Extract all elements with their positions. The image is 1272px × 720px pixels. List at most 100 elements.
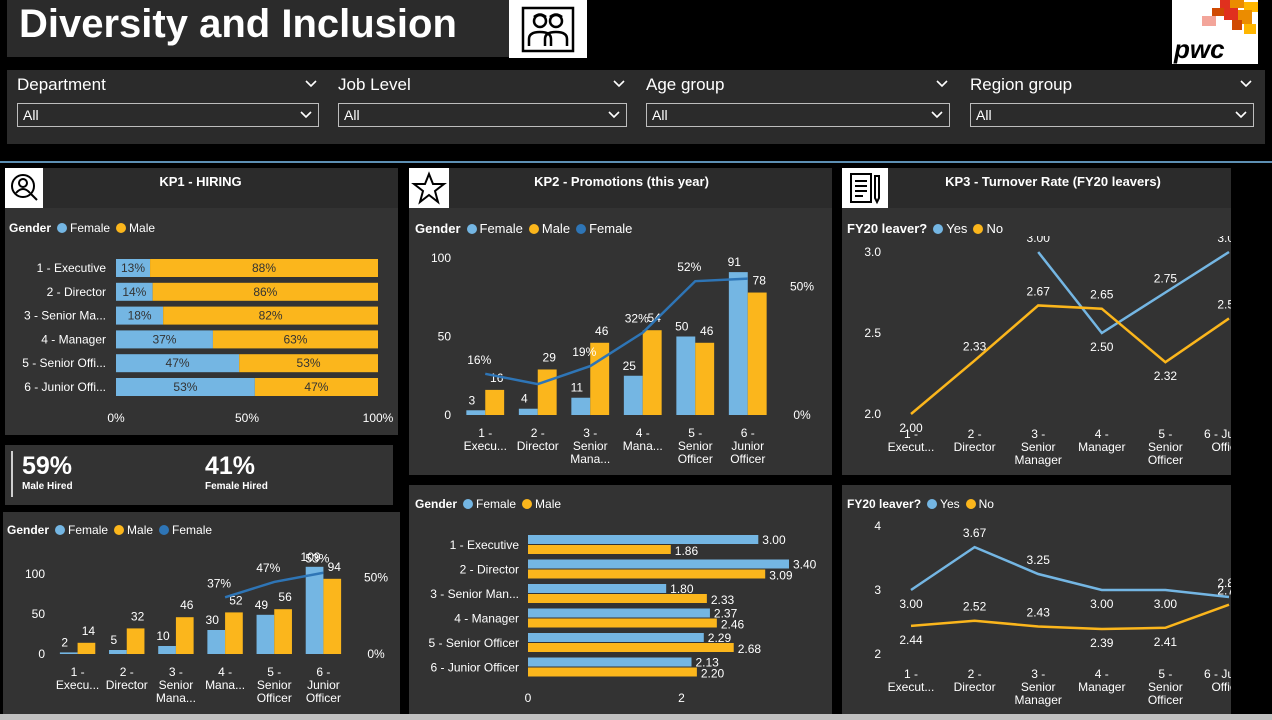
category-label: 3 -Senior Mana... (570, 426, 610, 466)
data-label: 2.50 (1090, 340, 1114, 354)
data-label: 13% (121, 261, 145, 275)
category-label: 5 -Senior Officer (257, 665, 292, 705)
category-label: 5 -Senior Officer (1148, 667, 1183, 707)
data-label: 2.68 (738, 642, 762, 656)
promotions-counts-chart: 10050050%0%3161 -Execu...4292 -Director1… (431, 251, 814, 466)
chevron-down-icon[interactable] (612, 77, 626, 91)
filter-title-region-group[interactable]: Region group (970, 75, 1253, 95)
data-label: 47% (304, 380, 328, 394)
filter-title-job-level[interactable]: Job Level (338, 75, 626, 95)
hiring-counts-chart: 100 50 0 50% 0% 2 14 1 -Execu... 5 32 2 -Director 1… (25, 550, 388, 705)
filter-title-department[interactable]: Department (17, 75, 318, 95)
category-label: 1 - Executive (450, 538, 520, 552)
kp1-legend[interactable]: Gender Female Male (9, 221, 155, 235)
legend-item: Male (535, 497, 562, 511)
filter-dropdown[interactable]: All (646, 103, 950, 127)
legend-item: No (986, 221, 1004, 236)
data-label: 2.77 (1217, 584, 1231, 598)
data-label: 2.65 (1090, 288, 1114, 302)
data-label: 2.33 (711, 593, 735, 607)
line-data-label: 37% (207, 576, 231, 590)
bar-female (528, 584, 667, 593)
male-hired-value: 59% (22, 452, 73, 480)
category-label: 3 - Senior Man... (430, 587, 519, 601)
data-label: 4 (521, 392, 528, 406)
bar-male (274, 609, 292, 654)
chevron-down-icon[interactable] (1239, 77, 1253, 91)
y-axis-tick: 100 (25, 567, 45, 581)
legend-item: Female (476, 497, 517, 511)
data-label: 3.00 (1027, 236, 1051, 245)
category-label: 2 -Director (517, 426, 559, 453)
filter-dropdown[interactable]: All (17, 103, 319, 127)
data-label: 49 (255, 598, 269, 612)
data-label: 3.40 (793, 558, 817, 572)
kp2-legend[interactable]: Gender Female Male Female (415, 221, 632, 236)
series-line-no (910, 304, 1230, 415)
category-label: 2 -Director (106, 665, 148, 692)
female-hired-label: Female Hired (205, 481, 268, 492)
legend-item: Yes (946, 221, 968, 236)
document-pen-icon (850, 173, 880, 205)
data-label: 3.00 (1154, 597, 1178, 611)
category-label: 6 - Junior Offi... (24, 380, 106, 394)
promotions-avg-chart: 1 - Executive 3.00 1.86 2 - Director 3.403.0… (429, 533, 817, 705)
category-label: 4 - Manager (454, 612, 519, 626)
category-label: 5 -Senior Officer (678, 426, 713, 466)
divider (0, 161, 1272, 163)
category-label: 4 - Manager (41, 332, 106, 346)
y2-axis-tick: 0% (793, 408, 811, 422)
category-label: 5 -Senior Officer (1148, 427, 1183, 467)
data-label: 94 (328, 560, 342, 574)
chevron-down-icon[interactable] (304, 77, 318, 91)
bar-female (528, 608, 710, 618)
chevron-down-icon[interactable] (299, 108, 313, 122)
bar-female (528, 535, 759, 544)
kp3-title: KP3 - Turnover Rate (FY20 leavers) (945, 174, 1161, 189)
filter-value: All (652, 107, 668, 123)
data-label: 37% (152, 332, 176, 346)
category-label: 3 -Senior Mana... (156, 665, 196, 705)
line-data-label: 52% (677, 260, 701, 274)
filter-dropdown[interactable]: All (970, 103, 1254, 127)
data-label: 1.80 (670, 582, 694, 596)
data-label: 2.29 (708, 631, 732, 645)
filter-dropdown[interactable]: All (338, 103, 627, 127)
chevron-down-icon[interactable] (1234, 108, 1248, 122)
data-label: 3.00 (899, 597, 923, 611)
data-label: 47% (166, 356, 190, 370)
bar-male (537, 369, 557, 415)
turnover-chart-1: 3.02.52.01 -Execut...2 -Director3 -Senio… (864, 236, 1231, 467)
person-search-icon (11, 174, 38, 201)
data-label: 2.44 (899, 633, 923, 647)
bar-female (518, 408, 538, 415)
data-label: 3.09 (769, 569, 793, 583)
legend-title: FY20 leaver? (847, 221, 928, 236)
bar-male (528, 618, 717, 628)
kp3-legend-2[interactable]: FY20 leaver? Yes No (847, 497, 994, 511)
y-axis-tick: 0 (38, 647, 45, 661)
chevron-down-icon[interactable] (930, 108, 944, 122)
bar-male (642, 330, 662, 415)
bar-male (126, 628, 145, 654)
bar-female (59, 652, 78, 654)
category-label: 2 -Director (954, 667, 996, 694)
kp3-legend[interactable]: FY20 leaver? Yes No (847, 221, 1003, 236)
category-label: 4 -Mana... (205, 665, 245, 692)
data-label: 2.32 (1154, 369, 1178, 383)
line-data-label: 16% (467, 353, 491, 367)
data-label: 2.75 (1154, 272, 1178, 286)
filter-title-age-group[interactable]: Age group (646, 75, 949, 95)
data-label: 46 (700, 324, 714, 338)
data-label: 5 (111, 633, 118, 647)
kp2-bar-legend[interactable]: Gender Female Male (415, 497, 561, 511)
category-label: 4 -Mana... (623, 426, 663, 453)
legend-item: Female (589, 221, 633, 236)
bar-female (466, 410, 486, 415)
chevron-down-icon[interactable] (935, 77, 949, 91)
male-hired-label: Male Hired (22, 481, 73, 492)
legend-swatch-male (116, 223, 127, 233)
kp1-combo-legend[interactable]: Gender Female Male Female (7, 523, 212, 537)
chevron-down-icon[interactable] (607, 108, 621, 122)
series-line-yes (910, 545, 1230, 599)
